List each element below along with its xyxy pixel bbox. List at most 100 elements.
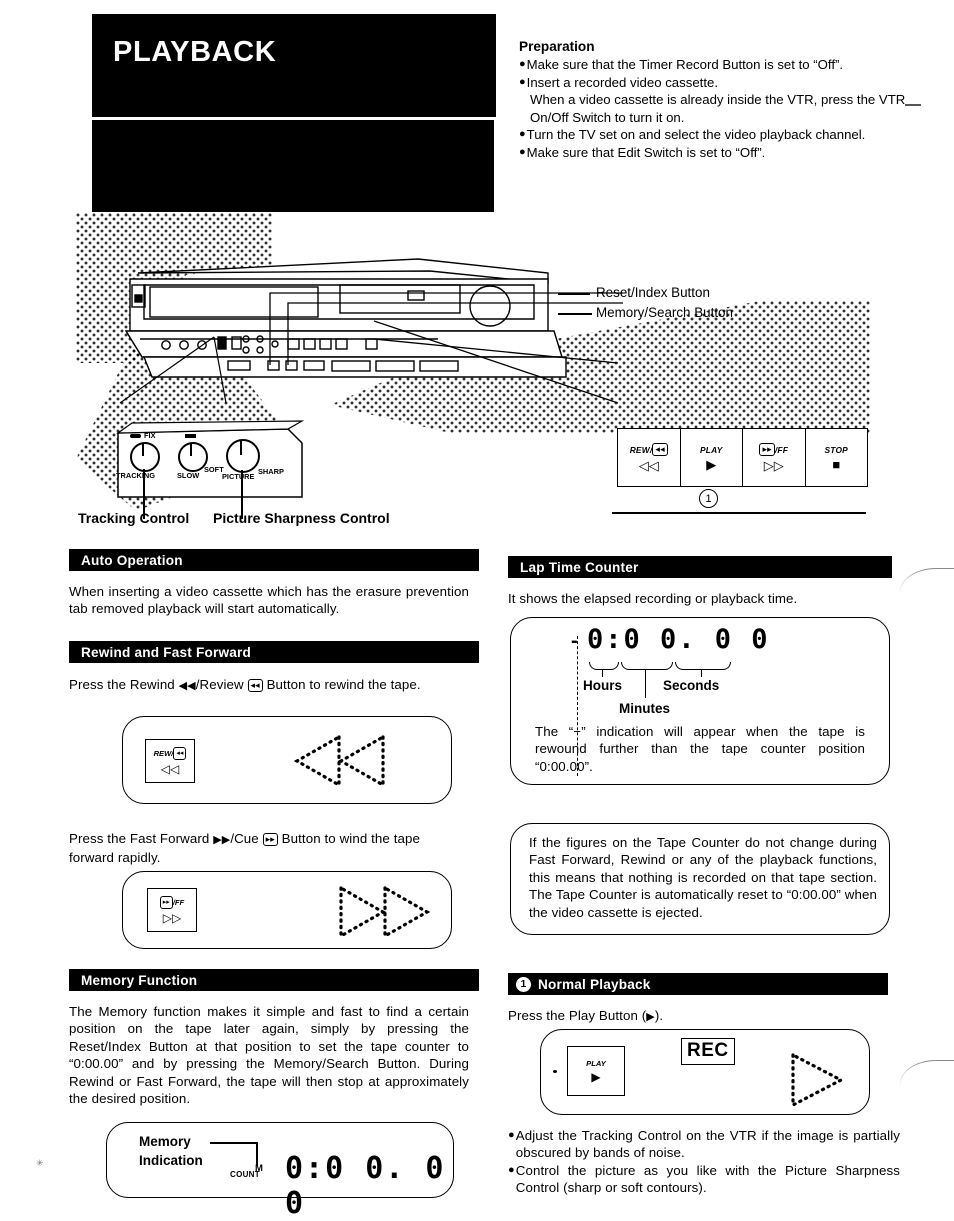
- playback-tip-text: Adjust the Tracking Control on the VTR i…: [515, 1128, 900, 1161]
- picture-sharpness-knob[interactable]: [226, 439, 260, 473]
- hours-label: Hours: [583, 678, 623, 693]
- ff-instruction-part2: /Cue: [230, 831, 259, 846]
- bullet-icon: ●: [519, 128, 526, 141]
- memory-m-label: M: [255, 1163, 264, 1174]
- rewind-instruction-part1: Press the Rewind: [69, 677, 175, 692]
- play-dotted-arrow-icon: [791, 1052, 845, 1108]
- knob-panel: FIX TRACKING SLOW SOFT PICTURE SHARP: [116, 425, 296, 519]
- picture-label: PICTURE: [222, 472, 255, 481]
- section-header-rewind-fast-forward: Rewind and Fast Forward: [69, 641, 479, 663]
- tape-counter-note-box: If the figures on the Tape Counter do no…: [510, 823, 890, 935]
- seconds-brace: [675, 662, 731, 670]
- rewind-instruction-part3: Button to rewind the tape.: [266, 677, 421, 692]
- play-face-label: PLAY: [586, 1059, 606, 1068]
- preparation-item: ● Turn the TV set on and select the vide…: [519, 126, 937, 144]
- lap-time-counter-intro: It shows the elapsed recording or playba…: [508, 591, 798, 606]
- bullet-icon: ●: [508, 1129, 515, 1141]
- minutes-label: Minutes: [619, 701, 671, 716]
- preparation-item-text: Turn the TV set on and select the video …: [526, 127, 866, 143]
- fix-label: FIX: [144, 431, 156, 440]
- hours-tick: [602, 669, 604, 677]
- slow-knob-pointer: [190, 444, 192, 456]
- play-icon: ▶: [591, 1070, 601, 1084]
- normal-playback-number-badge: 1: [516, 976, 531, 992]
- stop-button[interactable]: STOP ■: [806, 429, 868, 486]
- tracking-knob-pointer: [142, 444, 144, 456]
- rewind-icon: ◁◁: [638, 458, 659, 473]
- bullet-icon: ●: [519, 75, 526, 88]
- preparation-item-text: Make sure that the Timer Record Button i…: [526, 57, 844, 72]
- callout-label-memory-search: Memory/Search Button: [596, 305, 733, 320]
- scan-artifact-dash: [905, 104, 921, 106]
- cue-key-icon: ▸▸: [159, 896, 173, 909]
- section-header-lap-time-counter: Lap Time Counter: [508, 556, 892, 578]
- preparation-item: ● Make sure that Edit Switch is set to “…: [519, 144, 937, 162]
- sharp-label: SHARP: [258, 467, 284, 476]
- scan-artifact-arc-top: [900, 568, 954, 609]
- cue-key-icon: ▸▸: [262, 833, 278, 846]
- playback-tip: ● Adjust the Tracking Control on the VTR…: [508, 1127, 900, 1162]
- seconds-label: Seconds: [663, 678, 720, 693]
- play-icon: ▶: [706, 456, 717, 472]
- play-button-label: PLAY: [699, 444, 723, 455]
- minus-indication-note: The “−” indication will appear when the …: [535, 724, 865, 774]
- rewind-instruction-part2: /Review: [195, 677, 244, 692]
- memory-leader-horizontal: [210, 1142, 258, 1144]
- preparation-item: ● Insert a recorded video cassette.: [519, 74, 937, 92]
- slow-label: SLOW: [177, 471, 200, 480]
- auto-operation-text: When inserting a video cassette which ha…: [69, 584, 469, 617]
- normal-playback-illustration-box: PLAY ▶ REC: [540, 1029, 870, 1115]
- fast-forward-dotted-arrows-icon: [339, 885, 431, 939]
- rew-button-face[interactable]: REW/◂◂ ◁◁: [145, 739, 195, 783]
- rew-review-button[interactable]: REW/◂◂ ◁◁: [618, 429, 681, 486]
- fast-forward-instruction: Press the Fast Forward ▶▶/Cue ▸▸ Button …: [69, 830, 467, 867]
- section-header-normal-playback: 1 Normal Playback: [508, 973, 888, 995]
- tracking-knob[interactable]: [130, 442, 160, 472]
- section-header-auto-operation: Auto Operation: [69, 549, 479, 571]
- memory-function-text: The Memory function makes it simple and …: [69, 1004, 469, 1107]
- preparation-item: ● Make sure that the Timer Record Button…: [519, 56, 937, 74]
- lap-counter-value: 0:0 0. 0 0: [587, 624, 770, 655]
- callout-leader-1: [558, 293, 590, 295]
- playback-tip: ● Control the picture as you like with t…: [508, 1162, 900, 1197]
- ff-button-face[interactable]: ▸▸/FF ▷▷: [147, 888, 197, 932]
- page-title: PLAYBACK: [113, 36, 277, 68]
- ff-instruction-part1: Press the Fast Forward: [69, 831, 210, 846]
- auto-operation-heading: Auto Operation: [81, 552, 183, 568]
- minutes-brace: [621, 662, 673, 670]
- preparation-block: Preparation ● Make sure that the Timer R…: [519, 39, 937, 162]
- rewind-ff-heading: Rewind and Fast Forward: [81, 644, 252, 660]
- picture-knob-pointer: [240, 441, 242, 455]
- play-button[interactable]: PLAY ▶: [681, 429, 743, 486]
- scan-artifact-arc-bottom: [900, 1060, 954, 1101]
- preparation-item-text: When a video cassette is already inside …: [530, 92, 906, 125]
- callout-label-reset-index: Reset/Index Button: [596, 285, 710, 300]
- rewind-icon: ◁◁: [160, 762, 180, 776]
- memory-indication-label-line2: Indication: [139, 1153, 203, 1168]
- preparation-item-text: Make sure that Edit Switch is set to “Of…: [526, 144, 766, 160]
- fix-mark-icon: [130, 434, 141, 438]
- illustration-dot: [553, 1070, 557, 1073]
- stop-button-label: STOP: [824, 444, 848, 455]
- title-banner-lower: [92, 120, 494, 212]
- play-button-face[interactable]: PLAY ▶: [567, 1046, 625, 1096]
- fast-forward-icon: ▷▷: [162, 911, 182, 925]
- stop-icon: ■: [832, 456, 841, 472]
- picture-sharpness-caption: Picture Sharpness Control: [213, 510, 390, 526]
- transport-underline: [612, 512, 866, 514]
- transport-button-closeup: REW/◂◂ ◁◁ PLAY ▶ ▸▸/FF ▷▷ STOP ■: [617, 428, 868, 487]
- step-number-badge: 1: [699, 489, 718, 508]
- cue-ff-button[interactable]: ▸▸/FF ▷▷: [743, 429, 806, 486]
- lap-time-counter-heading: Lap Time Counter: [520, 559, 639, 575]
- tape-counter-note-text: If the figures on the Tape Counter do no…: [529, 835, 877, 920]
- rew-face-label: REW/◂◂: [154, 747, 187, 760]
- seconds-tick: [701, 669, 703, 677]
- ff-face-label: ▸▸/FF: [159, 896, 184, 909]
- scan-artifact-smudge: ✳: [35, 1157, 45, 1169]
- playback-tip-text: Control the picture as you like with the…: [515, 1163, 900, 1196]
- tracking-label: TRACKING: [116, 471, 156, 480]
- ff-button-label: ▸▸/FF: [759, 443, 788, 456]
- bullet-icon: ●: [519, 145, 526, 158]
- soft-label: SOFT: [204, 465, 224, 474]
- callout-leader-2: [558, 313, 592, 315]
